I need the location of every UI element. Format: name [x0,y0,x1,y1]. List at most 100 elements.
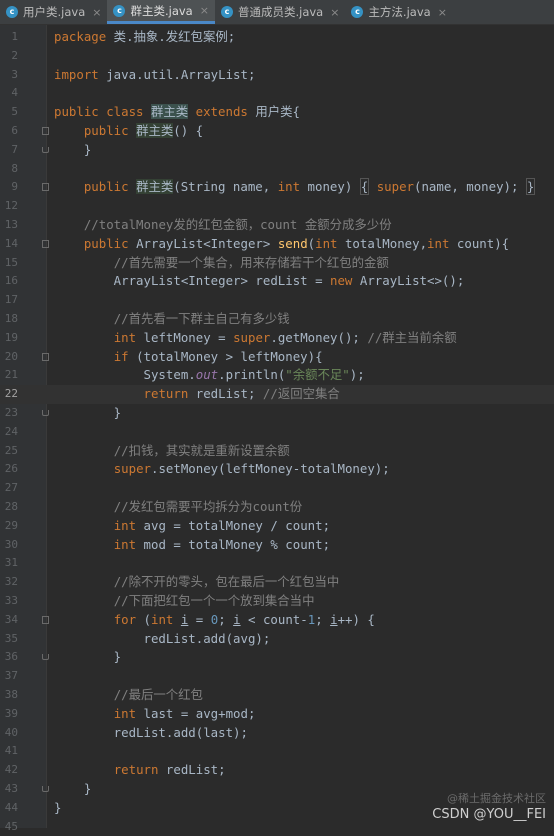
code-line[interactable]: 36 } [0,648,554,667]
tab-label: 用户类.java [23,5,86,19]
tab-2[interactable]: c 普通成员类.java × [215,0,345,24]
code-line[interactable]: 33 //下面把红包一个一个放到集合当中 [0,592,554,611]
code-line[interactable]: 26 super.setMoney(leftMoney-totalMoney); [0,460,554,479]
line-number: 12 [4,199,18,213]
code-line[interactable]: 1 package 类.抽象.发红包案例; [0,28,554,47]
line-number: 35 [4,631,18,645]
fold-marker-icon[interactable] [42,127,49,135]
editor-tab-bar: c 用户类.java × c 群主类.java × c 普通成员类.java × c 主方法.jav… [0,0,554,25]
line-number: 37 [4,669,18,683]
code-line[interactable]: 2 [0,47,554,66]
code-line[interactable]: 27 [0,479,554,498]
code-text: public 群主类(String name, int money) { sup… [83,178,536,196]
code-text: import java.util.ArrayList; [54,66,256,82]
line-number: 38 [4,688,18,701]
code-text: int mod = totalMoney % count; [113,536,331,552]
fold-marker-icon[interactable] [42,786,49,792]
code-line[interactable]: 22 return redList; //返回空集合 [0,385,554,404]
line-number: 13 [4,218,18,231]
code-line[interactable]: 42 return redList; [0,761,554,780]
code-line[interactable]: 9 public 群主类(String name, int money) { s… [0,178,554,197]
tab-3[interactable]: c 主方法.java × [345,0,452,24]
code-line[interactable]: 3 import java.util.ArrayList; [0,66,554,85]
fold-marker-icon[interactable] [42,239,49,248]
code-text: //totalMoney发的红包金额，count 金额分成多少份 [83,217,392,232]
line-number: 24 [4,424,18,438]
code-text: redList.add(last); [54,724,248,740]
code-line[interactable]: 5 public class 群主类 extends 用户类{ [0,103,554,122]
code-line[interactable]: 40 redList.add(last); [0,724,554,743]
code-text: int last = avg+mod; [113,705,256,721]
code-line[interactable]: 17 [0,291,554,310]
code-line[interactable]: 16 ArrayList<Integer> redList = new Arra… [0,272,554,291]
code-line[interactable]: 28 //发红包需要平均拆分为count份 [0,498,554,517]
code-line[interactable]: 31 [0,554,554,573]
line-number: 43 [4,782,18,795]
code-line[interactable]: 25 //扣钱，其实就是重新设置余额 [0,442,554,461]
code-line[interactable]: 21 System.out.println("余额不足"); [0,366,554,385]
code-editor[interactable]: 1 package 类.抽象.发红包案例; 2 3 import java.util.A… [0,25,554,833]
code-line[interactable]: 4 [0,84,554,103]
code-text: int leftMoney = super.getMoney(); //群主当前… [113,329,457,345]
code-line[interactable]: 37 [0,667,554,686]
code-line[interactable]: 39 int last = avg+mod; [0,705,554,724]
close-tab-icon[interactable]: × [200,4,209,17]
line-number: 5 [11,105,18,119]
line-number: 39 [4,706,18,720]
line-number: 21 [4,368,18,382]
code-line[interactable]: 18 //首先看一下群主自己有多少钱 [0,310,554,329]
code-text: //除不开的零头，包在最后一个红包当中 [113,574,340,590]
code-line[interactable]: 35 redList.add(avg); [0,630,554,649]
line-number: 27 [4,481,18,495]
code-text: } [54,649,122,665]
code-text: public class 群主类 extends 用户类{ [54,104,300,120]
code-line[interactable]: 7 } [0,141,554,160]
code-line[interactable]: 14 public ArrayList<Integer> send(int to… [0,235,554,254]
code-text: //下面把红包一个一个放到集合当中 [113,593,315,608]
line-number: 32 [4,575,18,589]
code-text: } [54,781,92,796]
code-line[interactable]: 34 for (int i = 0; i < count-1; i++) { [0,611,554,630]
fold-marker-icon[interactable] [42,615,49,624]
code-line[interactable]: 19 int leftMoney = super.getMoney(); //群… [0,329,554,348]
code-text: for (int i = 0; i < count-1; i++) { [113,611,375,627]
code-line[interactable]: 6 public 群主类() { [0,122,554,141]
fold-marker-icon[interactable] [42,410,49,416]
line-number: 14 [4,236,18,250]
close-tab-icon[interactable]: × [92,6,101,19]
code-line[interactable]: 24 [0,423,554,442]
watermark-csdn: CSDN @YOU__FEI [432,807,546,822]
code-text: System.out.println("余额不足"); [54,367,365,383]
line-number: 31 [4,556,18,570]
line-number: 19 [4,330,18,344]
code-line[interactable]: 8 [0,160,554,179]
code-text: //最后一个红包 [113,687,203,702]
line-number: 26 [4,462,18,476]
tab-0[interactable]: c 用户类.java × [0,0,107,24]
code-line[interactable]: 20 if (totalMoney > leftMoney){ [0,348,554,367]
line-number: 34 [4,612,18,626]
line-number: 7 [11,142,18,156]
fold-marker-icon[interactable] [42,654,49,661]
fold-marker-icon[interactable] [42,352,49,361]
line-number: 2 [11,48,18,62]
code-line[interactable]: 29 int avg = totalMoney / count; [0,517,554,536]
code-line[interactable]: 41 [0,742,554,761]
tab-1[interactable]: c 群主类.java × [107,0,215,24]
line-number: 16 [4,274,18,288]
tab-label: 普通成员类.java [237,5,324,19]
fold-marker-icon[interactable] [42,146,49,153]
code-line[interactable]: 30 int mod = totalMoney % count; [0,536,554,555]
code-line[interactable]: 13 //totalMoney发的红包金额，count 金额分成多少份 [0,216,554,235]
line-number: 42 [4,763,18,777]
code-line[interactable]: 23 } [0,404,554,423]
line-number: 6 [11,124,18,137]
close-tab-icon[interactable]: × [438,6,447,19]
code-line[interactable]: 15 //首先需要一个集合，用来存储若干个红包的金额 [0,254,554,273]
code-line[interactable]: 38 //最后一个红包 [0,686,554,705]
fold-marker-icon[interactable] [42,183,49,192]
code-line[interactable]: 12 [0,197,554,216]
java-class-icon: c [113,4,126,17]
close-tab-icon[interactable]: × [330,6,339,19]
code-line[interactable]: 32 //除不开的零头，包在最后一个红包当中 [0,573,554,592]
